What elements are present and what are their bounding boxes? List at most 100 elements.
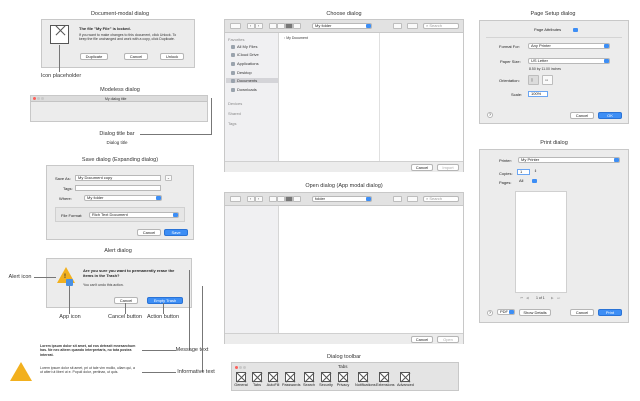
toolbar-item-search[interactable]: Search <box>301 372 317 387</box>
cancel-button[interactable]: Cancel <box>124 53 148 60</box>
view-columns-button[interactable] <box>285 23 293 29</box>
sidebar-item-all-my-files[interactable]: All My Files <box>231 44 257 49</box>
minimize-window-icon[interactable] <box>239 366 242 369</box>
toolbar-item-notifications[interactable]: Notifications <box>355 372 376 387</box>
cloud-icon <box>231 52 235 57</box>
view-icons-button[interactable] <box>269 196 277 202</box>
copies-stepper[interactable]: ⇕ <box>534 169 537 173</box>
alert-cancel-button[interactable]: Cancel <box>114 297 138 304</box>
tags-input[interactable] <box>75 185 161 191</box>
open-cancel-button[interactable]: Cancel <box>411 336 433 343</box>
view-list-button[interactable] <box>277 196 285 202</box>
forward-button[interactable]: › <box>255 23 263 29</box>
save-as-input[interactable]: My Document copy <box>75 175 161 181</box>
message-text-callout: Message text <box>175 347 209 353</box>
sidebar-item-documents[interactable]: Documents <box>226 78 278 83</box>
sidebar-toggle-button[interactable] <box>230 23 241 29</box>
where-select[interactable]: My folder <box>84 195 162 201</box>
close-window-icon[interactable] <box>235 366 238 369</box>
format-for-select[interactable]: Any Printer <box>528 43 610 49</box>
landscape-button[interactable]: ▭ <box>542 75 553 85</box>
print-cancel-button[interactable]: Cancel <box>570 309 594 316</box>
back-button[interactable]: ‹ <box>247 196 255 202</box>
paper-size-select[interactable]: US Letter <box>528 58 610 64</box>
first-page-icon[interactable]: ⏮ <box>520 296 523 300</box>
chevron-left-icon: ‹ <box>250 197 252 201</box>
duplicate-button[interactable]: Duplicate <box>80 53 108 60</box>
last-page-icon[interactable]: ⏭ <box>557 296 560 300</box>
prev-page-icon[interactable]: ◀ <box>526 296 529 300</box>
view-columns-button[interactable] <box>285 196 293 202</box>
show-details-button[interactable]: Show Details <box>519 309 551 316</box>
sidebar-toggle-button[interactable] <box>230 196 241 202</box>
view-list-button[interactable] <box>277 23 285 29</box>
informative-text-callout-line-h <box>142 372 176 373</box>
dropdown-arrow-icon <box>173 213 178 217</box>
expand-dialog-button[interactable]: ⌄ <box>165 175 172 181</box>
sidebar-item-desktop[interactable]: Desktop <box>231 70 252 75</box>
sidebar-item-applications[interactable]: Applications <box>231 61 259 66</box>
zoom-window-icon[interactable] <box>243 366 246 369</box>
sidebar-item-icloud-drive[interactable]: iCloud Drive <box>231 52 259 57</box>
title-bar-callout: Dialog title bar <box>99 131 135 137</box>
search-input[interactable]: ⌕ Search <box>423 23 459 29</box>
choose-cancel-button[interactable]: Cancel <box>411 164 433 171</box>
toolbar-item-autofill[interactable]: AutoFill <box>265 372 281 387</box>
path-select[interactable]: My folder <box>312 23 372 29</box>
list-item[interactable]: ▫ My Document <box>284 36 308 40</box>
tag-button[interactable] <box>407 23 418 29</box>
toolbar-item-privacy[interactable]: Privacy <box>335 372 351 387</box>
informative-text-callout-line-v <box>202 286 203 372</box>
privacy-icon <box>338 372 348 382</box>
share-button[interactable] <box>393 196 402 202</box>
save-cancel-button[interactable]: Cancel <box>137 229 161 236</box>
pages-select[interactable]: All <box>517 179 537 185</box>
print-button[interactable]: Print <box>598 309 622 316</box>
unlock-button[interactable]: Unlock <box>160 53 184 60</box>
share-button[interactable] <box>393 23 402 29</box>
path-select[interactable]: folder <box>312 196 372 202</box>
minimize-window-icon[interactable] <box>37 97 40 100</box>
close-window-icon[interactable] <box>33 97 36 100</box>
pdf-menu-button[interactable]: PDF <box>497 309 515 315</box>
tag-button[interactable] <box>407 196 418 202</box>
help-icon[interactable]: ? <box>487 112 493 118</box>
empty-trash-button[interactable]: Empty Trash <box>147 297 183 304</box>
pages-label: Pages: <box>499 180 512 185</box>
sidebar-item-downloads[interactable]: Downloads <box>231 87 257 92</box>
portrait-button[interactable]: ▯ <box>528 75 539 85</box>
toolbar-item-security[interactable]: Security <box>318 372 334 387</box>
next-page-icon[interactable]: ▶ <box>551 296 554 300</box>
page-setup-cancel-button[interactable]: Cancel <box>570 112 594 119</box>
view-gallery-button[interactable] <box>293 23 301 29</box>
view-gallery-button[interactable] <box>293 196 301 202</box>
modeless-title-bar[interactable]: My dialog title <box>31 96 207 102</box>
print-help-icon[interactable]: ? <box>487 310 493 316</box>
view-icons-button[interactable] <box>269 23 277 29</box>
app-icon <box>66 279 73 286</box>
zoom-window-icon[interactable] <box>41 97 44 100</box>
file-format-select[interactable]: Rich Text Document <box>89 212 179 218</box>
toolbar-item-passwords[interactable]: Passwords <box>282 372 301 387</box>
save-button[interactable]: Save <box>164 229 188 236</box>
chevron-right-icon: › <box>258 197 260 201</box>
toolbar-item-general[interactable]: General <box>233 372 249 387</box>
settings-select[interactable]: Page Attributes <box>532 28 578 34</box>
alert-informative-text: You can't undo this action. <box>83 283 124 287</box>
chevron-down-icon: ⌄ <box>167 176 170 180</box>
forward-button[interactable]: › <box>255 196 263 202</box>
ok-button[interactable]: OK <box>598 112 622 119</box>
settings-divider <box>486 37 622 38</box>
search-icon <box>304 372 314 382</box>
paper-dimensions: 8.50 by 11.00 inches <box>529 67 562 71</box>
toolbar-item-tabs[interactable]: Tabs <box>249 372 265 387</box>
import-button[interactable]: Import <box>437 164 459 171</box>
scale-input[interactable]: 100% <box>528 91 548 97</box>
toolbar-item-extensions[interactable]: Extensions <box>376 372 395 387</box>
toolbar-item-advanced[interactable]: Advanced <box>397 372 414 387</box>
back-button[interactable]: ‹ <box>247 23 255 29</box>
search-input[interactable]: ⌕ Search <box>423 196 459 202</box>
open-button[interactable]: Open <box>437 336 459 343</box>
printer-select[interactable]: My Printer <box>518 157 620 163</box>
copies-input[interactable]: 1 <box>517 169 530 175</box>
